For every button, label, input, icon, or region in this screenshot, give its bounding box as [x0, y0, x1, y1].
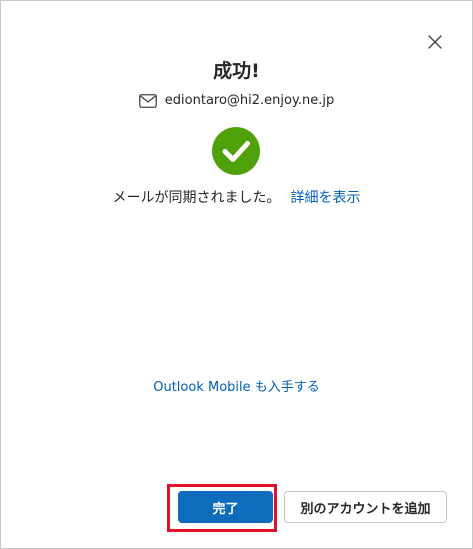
- close-icon[interactable]: [425, 32, 445, 52]
- dialog: 成功! ediontaro@hi2.enjoy.ne.jp メールが同期されまし…: [0, 0, 473, 549]
- done-button[interactable]: 完了: [178, 491, 273, 523]
- status-row: メールが同期されました。 詳細を表示: [1, 187, 472, 207]
- sync-status-text: メールが同期されました。: [112, 190, 281, 206]
- mail-icon: [138, 93, 157, 108]
- add-account-button[interactable]: 別のアカウントを追加: [284, 491, 447, 523]
- outlook-mobile-link[interactable]: Outlook Mobile も入手する: [1, 376, 472, 395]
- account-row: ediontaro@hi2.enjoy.ne.jp: [1, 93, 472, 108]
- dialog-title: 成功!: [213, 60, 260, 82]
- success-check-icon: [212, 127, 260, 175]
- account-email: ediontaro@hi2.enjoy.ne.jp: [164, 93, 335, 108]
- details-link[interactable]: 詳細を表示: [291, 190, 361, 206]
